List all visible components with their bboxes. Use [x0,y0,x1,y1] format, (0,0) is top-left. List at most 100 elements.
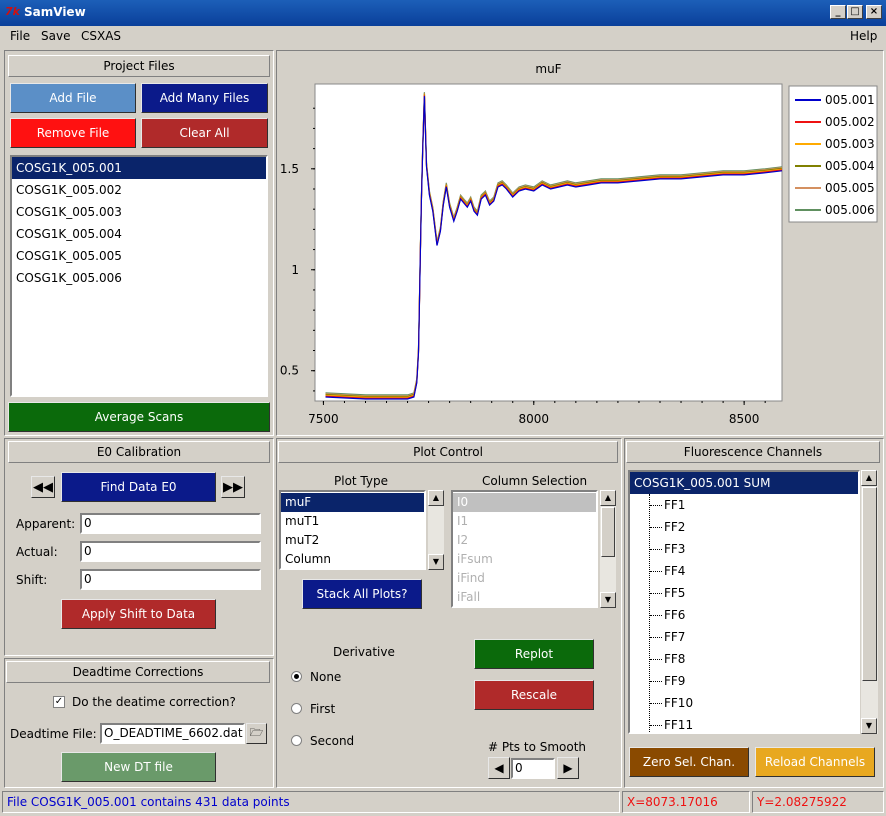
deriv-first-label: First [310,702,336,716]
column-item[interactable]: iFind [453,569,596,588]
deriv-none-radio[interactable] [291,671,302,685]
tree-branch [650,615,662,616]
next-e0-button[interactable]: ▶▶ [221,476,245,498]
radio-icon [291,735,302,746]
channel-label: FF5 [664,586,686,600]
fluorescence-channel-item[interactable]: FF7 [630,626,693,648]
fluorescence-channel-item[interactable]: FF9 [630,670,693,692]
tree-branch [650,725,662,726]
plot-type-item[interactable]: muT1 [281,512,424,531]
legend-label: 005.003 [825,137,875,151]
zero-sel-chan-button[interactable]: Zero Sel. Chan. [629,747,749,777]
reload-channels-button[interactable]: Reload Channels [755,747,875,777]
deriv-none-label: None [310,670,342,684]
legend-label: 005.002 [825,115,875,129]
find-data-e0-button[interactable]: Find Data E0 [61,472,216,502]
menu-csxas[interactable]: CSXAS [81,29,121,43]
clear-all-button[interactable]: Clear All [141,118,268,148]
scroll-thumb[interactable] [862,487,877,681]
smooth-decrease-button[interactable]: ◀ [488,757,510,779]
scroll-down-icon[interactable]: ▼ [428,554,444,570]
status-message: File COSG1K_005.001 contains 431 data po… [2,791,620,813]
fluorescence-channel-item[interactable]: FF8 [630,648,693,670]
channel-label: FF8 [664,652,686,666]
plot-type-item[interactable]: Column [281,550,424,569]
minimize-button[interactable]: _ [830,5,846,19]
close-button[interactable]: × [866,5,882,19]
file-list-item[interactable]: COSG1K_005.006 [12,267,266,289]
scroll-thumb[interactable] [601,507,615,557]
fluorescence-channel-item[interactable]: FF1 [630,494,693,516]
fluorescence-channel-item[interactable]: FF11 [630,714,693,732]
legend-label: 005.006 [825,203,875,217]
actual-input[interactable]: 0 [80,541,261,562]
deriv-second-radio[interactable] [291,735,302,749]
column-item[interactable]: iFsum [453,550,596,569]
deriv-first-radio[interactable] [291,703,302,717]
file-list-item[interactable]: COSG1K_005.005 [12,245,266,267]
menu-save[interactable]: Save [41,29,70,43]
tree-branch [650,571,662,572]
plot-type-item[interactable]: muT2 [281,531,424,550]
smooth-increase-button[interactable]: ▶ [557,757,579,779]
add-many-files-button[interactable]: Add Many Files [141,83,268,113]
mu-chart[interactable]: muF 7500 8000 8500 0.5 1 1.5 005.001 005.002 005.… [277,51,883,435]
fluorescence-channel-item[interactable]: FF10 [630,692,693,714]
browse-folder-button[interactable]: 🗁 [246,723,267,744]
new-dt-file-button[interactable]: New DT file [61,752,216,782]
deadtime-checkbox[interactable]: ✓ [53,696,65,708]
prev-e0-button[interactable]: ◀◀ [31,476,55,498]
menu-help[interactable]: Help [850,29,877,43]
tree-branch [650,681,662,682]
x-tick-label: 8000 [519,412,550,426]
y-tick-label: 1.5 [280,162,299,176]
fluorescence-channel-item[interactable]: FF3 [630,538,693,560]
apply-shift-button[interactable]: Apply Shift to Data [61,599,216,629]
tree-root-item[interactable]: COSG1K_005.001 SUM [630,472,858,494]
column-item[interactable]: iFall [453,588,596,607]
fluorescence-channel-item[interactable]: FF5 [630,582,693,604]
file-list-item[interactable]: COSG1K_005.002 [12,179,266,201]
file-list-item[interactable]: COSG1K_005.001 [12,157,266,179]
shift-input[interactable]: 0 [80,569,261,590]
scroll-up-icon[interactable]: ▲ [600,490,616,506]
apparent-input[interactable]: 0 [80,513,261,534]
deadtime-file-label: Deadtime File: [10,727,97,741]
fluorescence-channel-item[interactable]: FF6 [630,604,693,626]
smooth-input[interactable]: 0 [511,758,555,779]
plot-type-scrollbar[interactable]: ▲ ▼ [428,490,444,570]
scroll-down-icon[interactable]: ▼ [861,718,877,734]
project-file-list[interactable]: COSG1K_005.001 COSG1K_005.002 COSG1K_005.0… [10,155,268,397]
legend-label: 005.004 [825,159,875,173]
fluorescence-scrollbar[interactable]: ▲ ▼ [861,470,878,734]
scroll-down-icon[interactable]: ▼ [600,592,616,608]
fluorescence-tree[interactable]: COSG1K_005.001 SUM FF1 FF2 FF3 FF4 FF5 FF6 FF7… [628,470,860,734]
rewind-icon: ◀◀ [33,479,53,495]
add-file-button[interactable]: Add File [10,83,136,113]
fluorescence-channel-item[interactable]: FF2 [630,516,693,538]
rescale-button[interactable]: Rescale [474,680,594,710]
stack-all-plots-button[interactable]: Stack All Plots? [302,579,422,609]
menu-bar: File Save CSXAS Help [0,26,886,48]
project-files-header: Project Files [8,55,270,77]
average-scans-button[interactable]: Average Scans [8,402,270,432]
column-selection-list[interactable]: I0 I1 I2 iFsum iFind iFall [451,490,598,608]
menu-file[interactable]: File [10,29,30,43]
column-item[interactable]: I1 [453,512,596,531]
plot-type-list[interactable]: muF muT1 muT2 Column [279,490,426,570]
column-item[interactable]: I2 [453,531,596,550]
scroll-up-icon[interactable]: ▲ [861,470,877,486]
scroll-up-icon[interactable]: ▲ [428,490,444,506]
maximize-button[interactable]: □ [847,5,863,19]
file-list-item[interactable]: COSG1K_005.003 [12,201,266,223]
deadtime-file-input[interactable]: O_DEADTIME_6602.dat [100,723,245,744]
column-scrollbar[interactable]: ▲ ▼ [600,490,616,608]
fluorescence-channel-item[interactable]: FF4 [630,560,693,582]
plot-type-item[interactable]: muF [281,493,424,512]
file-list-item[interactable]: COSG1K_005.004 [12,223,266,245]
remove-file-button[interactable]: Remove File [10,118,136,148]
tk-feather-icon: 7k [5,5,20,18]
fluorescence-header: Fluorescence Channels [626,441,880,463]
column-item[interactable]: I0 [453,493,596,512]
replot-button[interactable]: Replot [474,639,594,669]
